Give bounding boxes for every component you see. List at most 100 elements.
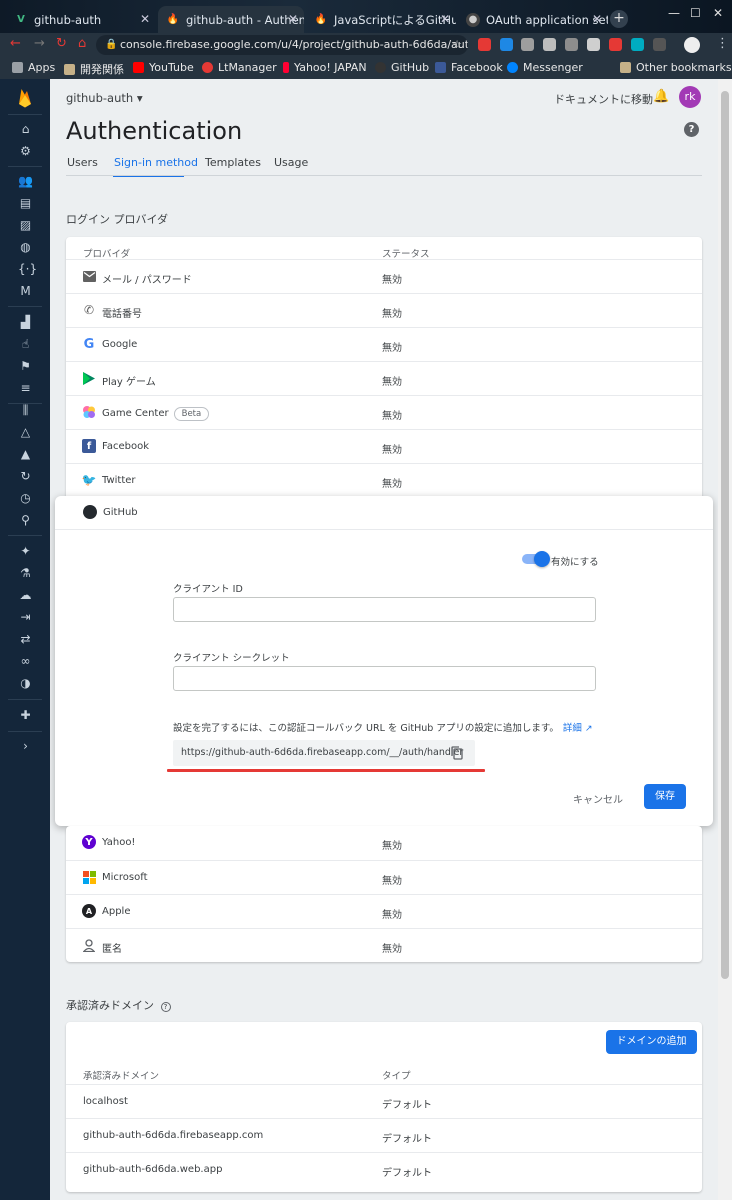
cancel-button[interactable]: キャンセル [573,791,623,806]
project-selector[interactable]: github-auth ▾ [66,91,143,105]
help-icon[interactable]: ? [684,122,699,137]
extensions-icon[interactable]: ✚ [18,708,33,723]
provider-row[interactable]: 🐦 Twitter 無効 [66,463,702,497]
help-icon[interactable]: ? [160,1002,171,1012]
performance-icon[interactable]: ☝ [18,337,33,352]
cloud-messaging-icon[interactable]: ↻ [18,469,33,484]
copy-icon[interactable] [451,746,463,760]
home-icon[interactable]: ⌂ [18,122,33,137]
provider-row[interactable]: Y Yahoo! 無効 [66,826,702,860]
remote-config-icon[interactable]: ◷ [18,491,33,506]
ab-testing-icon[interactable]: ▲ [18,447,33,462]
close-icon[interactable]: ✕ [288,12,298,26]
menu-icon[interactable]: ⋮ [716,36,729,51]
new-tab-button[interactable]: + [610,10,628,28]
domain-row[interactable]: github-auth-6d6da.web.app デフォルト [66,1152,702,1186]
provider-row[interactable]: f Facebook 無効 [66,429,702,463]
address-bar[interactable]: 🔒 console.firebase.google.com/u/4/projec… [96,35,468,55]
bookmark-star-icon[interactable]: ☆ [452,35,462,55]
close-window-icon[interactable]: ✕ [713,6,723,20]
app-distribution-icon[interactable]: ≡ [18,381,33,396]
browser-tab-active[interactable]: 🔥 github-auth - Authentication ✕ [158,6,304,33]
tab-usage[interactable]: Usage [274,156,308,169]
link-icon[interactable]: ∞ [18,654,33,669]
provider-row[interactable]: G Google 無効 [66,327,702,361]
browser-tab[interactable]: V github-auth ✕ [6,6,156,33]
docs-link[interactable]: ドキュメントに移動 [554,91,653,107]
magic-wand-icon[interactable]: ✦ [18,544,33,559]
predictions-icon[interactable]: △ [18,425,33,440]
ml-kit-icon[interactable]: M [18,284,33,299]
authentication-icon[interactable]: 👥 [18,174,33,189]
provider-row[interactable]: Game Center Beta 無効 [66,395,702,429]
admob-icon[interactable]: ◑ [18,676,33,691]
enable-toggle[interactable] [522,551,550,567]
provider-row[interactable]: Play ゲーム 無効 [66,361,702,395]
bookmark-other[interactable]: Other bookmarks [620,61,732,74]
dynamic-links-icon[interactable]: ⚲ [18,513,33,528]
close-icon[interactable]: ✕ [440,12,450,26]
extension-icon[interactable] [653,38,666,51]
browser-tab[interactable]: 🔥 JavaScriptによるGitHub ✕ [306,6,456,33]
maximize-icon[interactable]: ☐ [690,6,701,20]
gear-icon[interactable]: ⚙ [18,144,33,159]
extension-icon[interactable] [587,38,600,51]
browser-tab[interactable]: ● OAuth application settings ✕ [458,6,608,33]
storage-icon[interactable]: ▨ [18,218,33,233]
minimize-icon[interactable]: — [668,6,680,20]
client-id-field[interactable] [173,597,596,622]
crashlytics-icon[interactable]: ▟ [18,315,33,330]
bookmark-github[interactable]: GitHub [375,61,429,74]
tab-users[interactable]: Users [67,156,98,169]
close-icon[interactable]: ✕ [592,12,602,26]
close-icon[interactable]: ✕ [140,12,150,26]
domain-row[interactable]: localhost デフォルト [66,1084,702,1118]
provider-row[interactable]: 匿名 無効 [66,928,702,962]
bookmark-apps[interactable]: Apps [12,61,55,74]
save-button[interactable]: 保存 [644,784,686,809]
client-secret-field[interactable] [173,666,596,691]
expand-icon[interactable]: › [18,739,33,754]
bookmark-youtube[interactable]: YouTube [133,61,194,74]
avatar[interactable]: rk [679,86,701,108]
hosting-icon[interactable]: ◍ [18,240,33,255]
back-icon[interactable]: ← [10,36,21,51]
provider-row[interactable]: Microsoft 無効 [66,860,702,894]
firebase-logo-icon[interactable] [17,88,33,108]
home-icon[interactable]: ⌂ [78,36,86,51]
tab-templates[interactable]: Templates [205,156,261,169]
functions-icon[interactable]: {·} [18,262,37,277]
bookmark-folder[interactable]: 開発関係 [64,61,124,77]
extension-icon[interactable] [543,38,556,51]
login-icon[interactable]: ⇥ [18,610,33,625]
reload-icon[interactable]: ↻ [56,36,67,51]
provider-row[interactable]: ✆ 電話番号 無効 [66,293,702,327]
extension-icon[interactable] [521,38,534,51]
bookmark-messenger[interactable]: Messenger [507,61,583,74]
bookmark-ltmanager[interactable]: LtManager [202,61,277,74]
profile-icon[interactable] [684,37,700,53]
adblock-icon[interactable] [478,38,491,51]
extension-icon[interactable] [631,38,644,51]
provider-row[interactable]: A Apple 無効 [66,894,702,928]
domain-row[interactable]: github-auth-6d6da.firebaseapp.com デフォルト [66,1118,702,1152]
extension-icon[interactable] [565,38,578,51]
bell-icon[interactable]: 🔔 [653,89,669,104]
provider-row[interactable]: メール / パスワード 無効 [66,259,702,293]
open-in-new-icon[interactable]: ↗ [585,724,593,734]
flask-icon[interactable]: ⚗ [18,566,33,581]
sync-icon[interactable]: ⇄ [18,632,33,647]
database-icon[interactable]: ▤ [18,196,33,211]
scrollbar[interactable] [718,79,732,1200]
analytics-icon[interactable]: ⫼ [18,403,33,418]
cloud-upload-icon[interactable]: ☁ [18,588,33,603]
extension-icon[interactable] [500,38,513,51]
test-lab-icon[interactable]: ⚑ [18,359,33,374]
tab-sign-in-method[interactable]: Sign-in method [114,156,198,169]
bookmark-yahoo[interactable]: Yahoo! JAPAN [283,61,367,74]
forward-icon[interactable]: → [34,36,45,51]
add-domain-button[interactable]: ドメインの追加 [606,1030,697,1054]
extension-icon[interactable] [609,38,622,51]
scrollbar-thumb[interactable] [721,91,729,979]
details-link[interactable]: 詳細 [563,723,582,734]
